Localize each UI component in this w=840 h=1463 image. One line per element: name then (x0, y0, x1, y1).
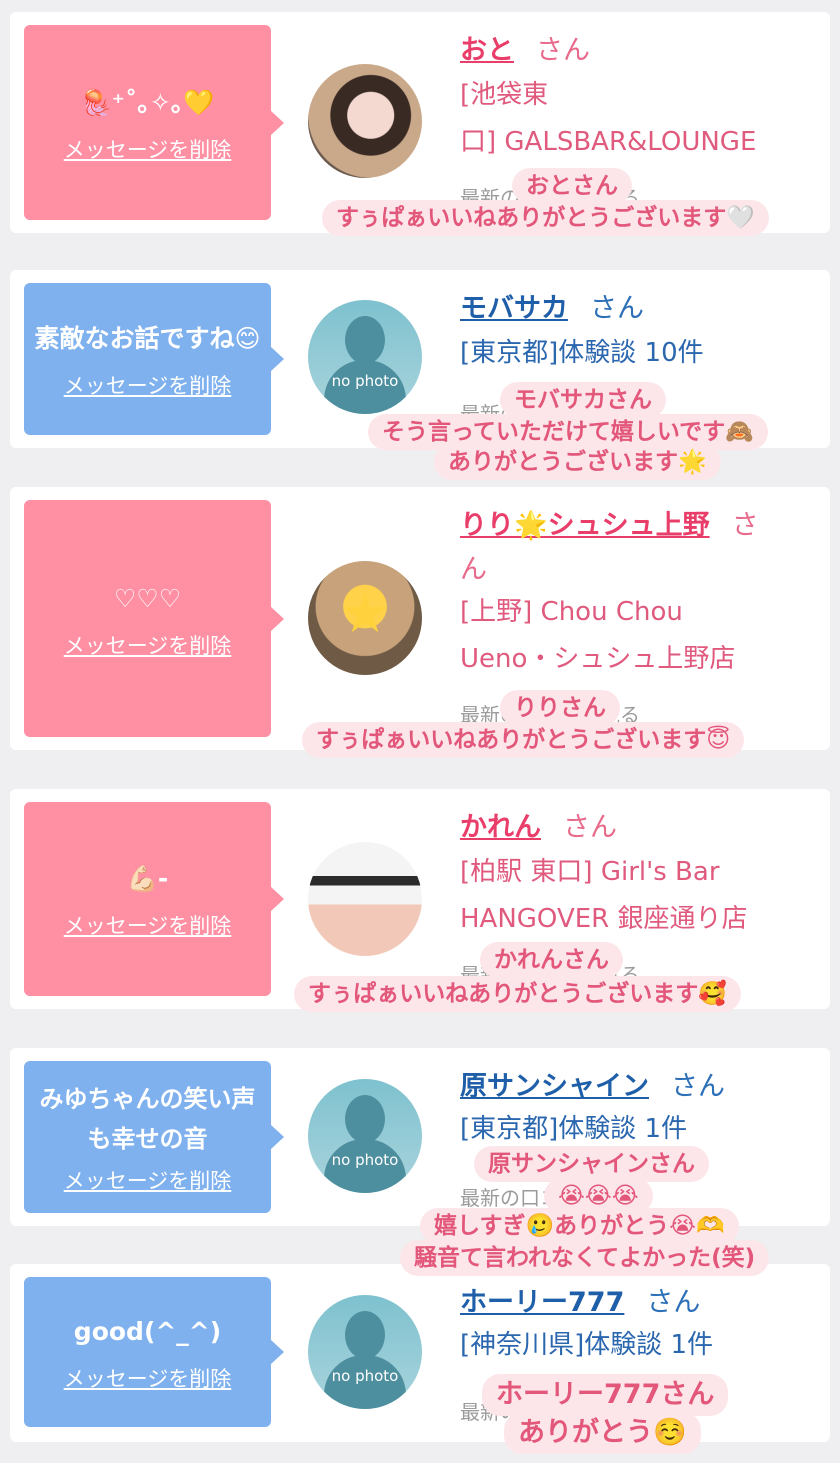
user-name-link[interactable]: 原サンシャイン (460, 1071, 649, 1102)
honorific: さん (536, 35, 590, 66)
honorific: さ (731, 510, 759, 541)
no-photo-label: no photo (331, 372, 399, 390)
user-name-link[interactable]: ホーリー777 (460, 1287, 624, 1318)
review-count: [東京都]体験談 10件 (460, 338, 704, 368)
message-bubble: good(^_^) メッセージを削除 (24, 1277, 284, 1427)
message-text: 💪🏻- (126, 864, 169, 893)
avatar[interactable]: no photo (308, 300, 422, 414)
delete-message-link[interactable]: メッセージを削除 (64, 910, 232, 940)
delete-message-link[interactable]: メッセージを削除 (64, 370, 232, 400)
caption-sticker: ありがとう☺️ (504, 1412, 701, 1454)
caption-sticker: かれんさん (480, 942, 623, 978)
message-bubble: 素敵なお話ですね😊 メッセージを削除 (24, 283, 284, 435)
message-text: good(^_^) (73, 1317, 222, 1346)
star-icon: ★ (339, 581, 391, 646)
avatar[interactable]: no photo (308, 1079, 422, 1193)
delete-message-link[interactable]: メッセージを削除 (64, 630, 232, 660)
user-name-link[interactable]: かれん (460, 812, 541, 843)
delete-message-link[interactable]: メッセージを削除 (64, 1363, 232, 1393)
user-name-link[interactable]: モバサカ (460, 293, 568, 324)
caption-sticker: モバサカさん (500, 382, 666, 418)
message-text: 素敵なお話ですね😊 (34, 324, 261, 353)
avatar[interactable] (308, 842, 422, 956)
caption-sticker: 原サンシャインさん (474, 1146, 709, 1182)
review-card: みゆちゃんの笑い声も幸せの音 メッセージを削除 no photo 原サンシャイン… (10, 1048, 830, 1226)
message-bubble: 💪🏻- メッセージを削除 (24, 802, 284, 996)
caption-sticker: 騒音て言われなくてよかった(笑) (400, 1240, 770, 1276)
silhouette-icon (345, 1095, 385, 1143)
caption-sticker: 嬉しすぎ🥲ありがとう😭🫶 (420, 1208, 739, 1244)
avatar[interactable]: ★ (308, 561, 422, 675)
user-name-link[interactable]: おと (460, 35, 514, 66)
caption-sticker: ありがとうございます🌟 (434, 444, 721, 480)
shop-name: [上野] Chou Chou Ueno・シュシュ上野店 (460, 597, 736, 674)
silhouette-icon (345, 316, 385, 364)
honorific: さん (646, 1287, 701, 1318)
caption-sticker: おとさん (512, 168, 632, 204)
caption-sticker: すぅぱぁいいねありがとうございます🥰 (294, 976, 741, 1012)
message-text: ♡♡♡ (113, 583, 182, 613)
honorific: さん (590, 293, 644, 324)
honorific: さん (671, 1071, 725, 1102)
caption-sticker: ホーリー777さん (482, 1374, 729, 1416)
caption-sticker: すぅぱぁいいねありがとうございます😇 (302, 722, 745, 758)
no-photo-label: no photo (331, 1367, 399, 1385)
honorific-wrap: ん (460, 554, 487, 585)
caption-sticker: すぅぱぁいいねありがとうございます🤍 (322, 200, 769, 236)
review-card: ♡♡♡ メッセージを削除 ★ りり🌟シュシュ上野さ ん [上野] Chou Ch… (10, 487, 830, 750)
review-count: [神奈川県]体験談 1件 (460, 1330, 714, 1360)
caption-sticker: りりさん (500, 690, 620, 726)
message-bubble: 🪼⁺˚｡✧｡💛 メッセージを削除 (24, 25, 284, 220)
avatar[interactable] (308, 64, 422, 178)
message-bubble: みゆちゃんの笑い声も幸せの音 メッセージを削除 (24, 1061, 284, 1213)
user-name-link[interactable]: りり🌟シュシュ上野 (460, 510, 710, 541)
silhouette-icon (345, 1311, 385, 1359)
avatar[interactable]: no photo (308, 1295, 422, 1409)
shop-name: [池袋東 口] GALSBAR&LOUNGE (460, 80, 757, 157)
message-bubble: ♡♡♡ メッセージを削除 (24, 500, 284, 737)
message-text: 🪼⁺˚｡✧｡💛 (80, 87, 215, 117)
honorific: さん (563, 812, 617, 843)
message-text: みゆちゃんの笑い声も幸せの音 (39, 1085, 256, 1153)
delete-message-link[interactable]: メッセージを削除 (64, 134, 232, 164)
shop-name: [柏駅 東口] Girl's Bar HANGOVER 銀座通り店 (460, 857, 748, 934)
delete-message-link[interactable]: メッセージを削除 (64, 1165, 232, 1195)
no-photo-label: no photo (331, 1151, 399, 1169)
